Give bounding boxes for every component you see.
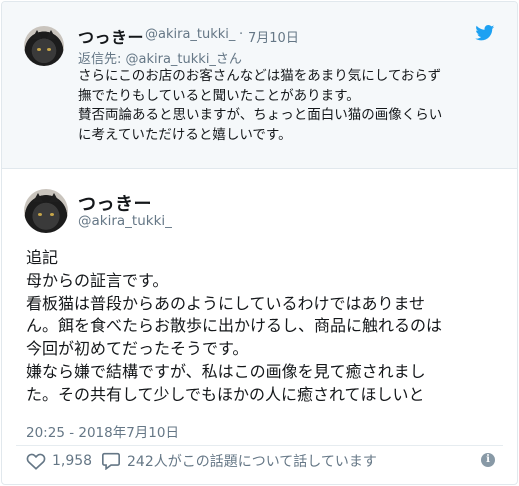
avatar[interactable] <box>24 26 64 66</box>
tweet-text: 追記 母からの証言です。 看板猫は普段からあのようにしているわけではありませ ん… <box>26 248 443 404</box>
twitter-bird-icon[interactable] <box>475 25 495 41</box>
author-name[interactable]: つっきー <box>78 24 144 48</box>
conversation-link[interactable]: 242人がこの話題について話しています <box>101 450 377 472</box>
separator-dot: · <box>239 27 244 42</box>
heart-icon <box>26 453 46 470</box>
info-icon[interactable]: i <box>481 453 495 467</box>
conversation-text: 242人がこの話題について話しています <box>127 454 377 470</box>
tweet-timestamp-link[interactable]: 20:25 - 2018年7月10日 <box>26 421 179 441</box>
avatar[interactable] <box>24 189 68 233</box>
tweet-date-link[interactable]: 7月10日 <box>248 27 299 46</box>
replying-to-label[interactable]: 返信先: @akira_tukki_さん <box>78 48 242 67</box>
comment-icon <box>102 452 120 470</box>
parent-tweet[interactable]: つっきー @akira_tukki_ · 7月10日 返信先: @akira_t… <box>2 2 517 169</box>
parent-tweet-text: さらにこのお店のお客さんなどは猫をあまり気にしておらず 撫でたりもしていると聞い… <box>78 68 443 143</box>
like-count: 1,958 <box>52 453 93 469</box>
tweet-embed-card: つっきー @akira_tukki_ · 7月10日 返信先: @akira_t… <box>1 1 518 485</box>
author-handle[interactable]: @akira_tukki_ <box>145 27 235 42</box>
like-button[interactable]: 1,958 <box>26 450 92 472</box>
author-handle[interactable]: @akira_tukki_ <box>78 213 172 229</box>
divider <box>16 445 503 446</box>
